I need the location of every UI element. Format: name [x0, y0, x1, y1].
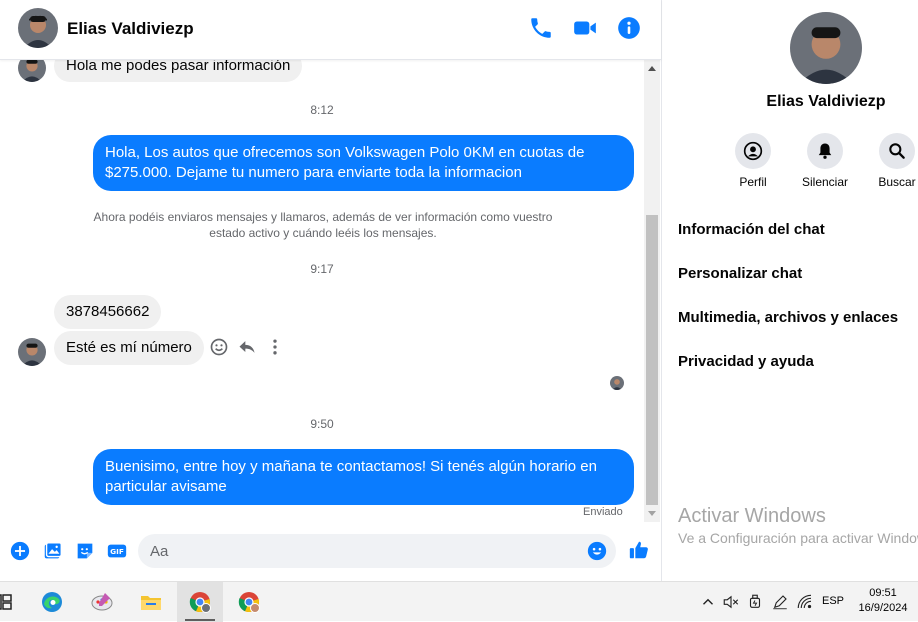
phone-icon[interactable]	[528, 15, 554, 41]
info-icon[interactable]	[616, 15, 642, 41]
search-label: Buscar	[878, 175, 916, 189]
message-list[interactable]: Hola me podes pasar información 8:12 Hol…	[0, 60, 644, 522]
clock-time: 09:51	[869, 587, 897, 599]
windows-taskbar: ESP 09:51 16/9/2024	[0, 581, 918, 622]
taskbar-clock[interactable]: 09:51 16/9/2024	[852, 586, 914, 616]
incoming-message[interactable]: 3878456662	[54, 295, 162, 329]
contact-avatar-small	[18, 338, 46, 366]
chat-info-panel: Elias Valdiviezp Perfil Silenciar Buscar…	[662, 0, 918, 581]
media-files-links-item[interactable]: Multimedia, archivos y enlaces	[678, 306, 918, 330]
timestamp: 9:17	[310, 262, 334, 276]
emoji-icon[interactable]	[586, 540, 608, 562]
mute-button[interactable]	[807, 133, 843, 169]
sticker-icon[interactable]	[74, 540, 96, 562]
timestamp: 9:50	[310, 417, 334, 431]
video-camera-icon[interactable]	[572, 15, 598, 41]
info-contact-name: Elias Valdiviezp	[766, 93, 886, 110]
scroll-thumb[interactable]	[646, 215, 658, 505]
pen-icon[interactable]	[771, 593, 789, 611]
timestamp: 8:12	[310, 103, 334, 117]
task-view-icon[interactable]	[0, 582, 14, 622]
input-language-indicator[interactable]: ESP	[822, 595, 844, 607]
reply-icon[interactable]	[237, 337, 257, 357]
file-explorer-icon[interactable]	[128, 582, 174, 622]
battery-plug-icon[interactable]	[746, 593, 764, 611]
contact-avatar-small	[18, 60, 46, 82]
activate-windows-subtitle: Ve a Configuración para activar Windows.	[678, 530, 918, 546]
search-button[interactable]	[879, 133, 915, 169]
incoming-message[interactable]: Hola me podes pasar información	[54, 60, 303, 82]
message-input-box	[138, 534, 616, 568]
plus-circle-icon[interactable]	[9, 540, 31, 562]
profile-button[interactable]	[735, 133, 771, 169]
wifi-icon[interactable]	[796, 593, 814, 611]
svg-text:GIF: GIF	[110, 547, 124, 556]
seen-avatar	[610, 376, 624, 390]
chrome-profile-icon[interactable]	[226, 582, 272, 622]
contact-avatar-large[interactable]	[790, 12, 862, 84]
privacy-help-item[interactable]: Privacidad y ayuda	[678, 350, 918, 374]
profile-label: Perfil	[739, 175, 767, 189]
chat-column: Elias Valdiviezp Hola me podes pasar inf…	[0, 0, 662, 581]
chat-info-item[interactable]: Información del chat	[678, 218, 918, 242]
paint-icon[interactable]	[79, 582, 125, 622]
react-emoji-icon[interactable]	[209, 337, 229, 357]
customize-chat-item[interactable]: Personalizar chat	[678, 262, 918, 286]
scrollbar[interactable]	[644, 60, 660, 522]
message-composer: GIF	[0, 528, 661, 576]
outgoing-message[interactable]: Hola, Los autos que ofrecemos son Volksw…	[93, 135, 634, 191]
speaker-muted-icon[interactable]	[722, 593, 740, 611]
message-input[interactable]	[150, 541, 570, 561]
scroll-up-arrow-icon[interactable]	[648, 66, 656, 71]
incoming-message[interactable]: Esté es mí número	[54, 331, 204, 365]
photo-gallery-icon[interactable]	[42, 540, 64, 562]
chrome-window-active-icon[interactable]	[177, 582, 223, 622]
chevron-up-icon[interactable]	[699, 593, 717, 611]
edge-browser-icon[interactable]	[29, 582, 75, 622]
outgoing-message[interactable]: Buenisimo, entre hoy y mañana te contact…	[93, 449, 634, 505]
messenger-window: Elias Valdiviezp Hola me podes pasar inf…	[0, 0, 918, 581]
activate-windows-title: Activar Windows	[678, 505, 826, 527]
delivery-status: Enviado	[583, 506, 623, 518]
clock-date: 16/9/2024	[858, 602, 908, 614]
thumbs-up-icon[interactable]	[628, 539, 652, 563]
system-notice: Ahora podéis enviaros mensajes y llamaro…	[93, 210, 553, 240]
more-options-icon[interactable]	[265, 337, 285, 357]
gif-icon[interactable]: GIF	[106, 540, 128, 562]
contact-name[interactable]: Elias Valdiviezp	[67, 19, 194, 39]
scroll-down-arrow-icon[interactable]	[648, 511, 656, 516]
chat-header: Elias Valdiviezp	[0, 0, 661, 60]
mute-label: Silenciar	[801, 175, 849, 189]
contact-avatar[interactable]	[18, 8, 58, 48]
